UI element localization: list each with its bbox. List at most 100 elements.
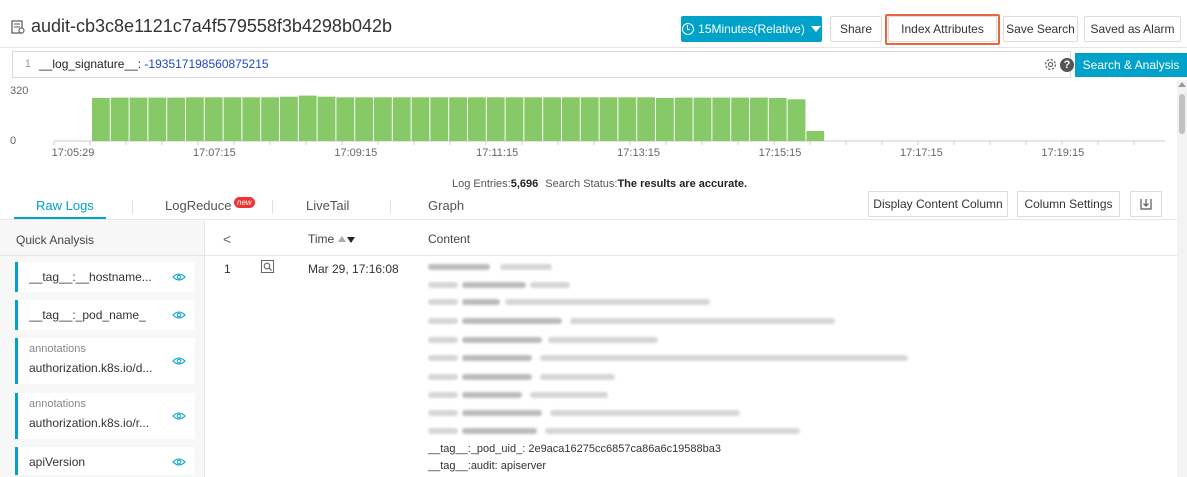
histogram-bar[interactable] <box>468 97 486 141</box>
histogram-bar[interactable] <box>787 99 806 141</box>
field-item[interactable]: __tag__:__hostname... <box>15 262 195 292</box>
histogram-bar[interactable] <box>204 97 223 141</box>
histogram-bar[interactable] <box>806 130 825 141</box>
histogram-bar[interactable] <box>505 97 524 141</box>
redacted-text <box>428 355 458 361</box>
scroll-up-icon[interactable] <box>1178 82 1186 87</box>
tab-live-tail[interactable]: LiveTail <box>306 198 349 213</box>
histogram-bar[interactable] <box>430 97 449 141</box>
field-item[interactable]: annotations authorization.k8s.io/r... <box>15 393 195 439</box>
query-text[interactable]: __log_signature__: -193517198560875215 <box>39 57 269 71</box>
index-attributes-button[interactable]: Index Attributes <box>888 16 997 42</box>
quick-analysis-header: Quick Analysis <box>0 221 205 256</box>
histogram-bar[interactable] <box>768 97 787 141</box>
histogram-bar[interactable] <box>731 97 749 141</box>
content-line: __tag__:_pod_uid_: 2e9aca16275cc6857ca86… <box>428 443 721 455</box>
histogram-bar[interactable] <box>280 96 298 141</box>
eye-icon[interactable] <box>172 356 186 366</box>
histogram-bar[interactable] <box>712 97 731 141</box>
histogram-bar[interactable] <box>223 97 242 141</box>
histogram-bar[interactable] <box>674 97 693 141</box>
histogram-bar[interactable] <box>449 97 467 141</box>
histogram-x-tick: 17:11:15 <box>476 147 519 159</box>
histogram-y-min: 0 <box>10 135 17 147</box>
eye-icon[interactable] <box>172 411 186 421</box>
save-search-button[interactable]: Save Search <box>1003 16 1078 42</box>
histogram-bar[interactable] <box>392 97 411 141</box>
eye-icon[interactable] <box>172 272 186 282</box>
gear-icon[interactable] <box>1043 57 1058 72</box>
search-status-label: Search Status: <box>545 178 618 190</box>
histogram-bar[interactable] <box>355 97 373 141</box>
histogram-bar[interactable] <box>750 97 768 141</box>
field-prefix: annotations <box>29 343 86 355</box>
histogram-bar[interactable] <box>92 97 110 141</box>
histogram-bar[interactable] <box>524 97 543 141</box>
sort-ascending-icon[interactable] <box>338 236 347 242</box>
tab-raw-logs[interactable]: Raw Logs <box>36 198 94 213</box>
search-analysis-button[interactable]: Search & Analysis <box>1075 53 1187 77</box>
histogram-bar[interactable] <box>693 97 712 141</box>
histogram-bar[interactable] <box>562 97 580 141</box>
content-key: __tag__:_pod_uid_: <box>428 443 526 455</box>
column-settings-button[interactable]: Column Settings <box>1017 191 1120 217</box>
redacted-text <box>428 392 458 398</box>
histogram-bar[interactable] <box>261 97 279 141</box>
histogram-bar[interactable] <box>618 97 637 141</box>
share-button[interactable]: Share <box>830 16 882 42</box>
scroll-thumb[interactable] <box>1179 94 1185 134</box>
search-status: Log Entries:5,696 Search Status:The resu… <box>452 178 747 190</box>
histogram-bar[interactable] <box>129 97 148 141</box>
histogram-bar[interactable] <box>580 97 599 141</box>
help-icon[interactable]: ? <box>1060 58 1074 72</box>
eye-icon[interactable] <box>172 457 186 467</box>
redacted-text <box>500 264 552 270</box>
histogram-bar[interactable] <box>186 97 204 141</box>
histogram-bar[interactable] <box>599 97 618 141</box>
tab-log-reduce[interactable]: LogReduce <box>165 198 232 213</box>
field-item[interactable]: apiVersion <box>15 447 195 475</box>
redacted-text <box>462 374 532 380</box>
redacted-text <box>428 318 458 324</box>
field-item[interactable]: __tag__:_pod_name_ <box>15 300 195 330</box>
histogram-bar[interactable] <box>148 97 167 141</box>
quick-analysis-title: Quick Analysis <box>16 233 95 247</box>
field-item[interactable]: annotations authorization.k8s.io/d... <box>15 338 195 384</box>
histogram-bar[interactable] <box>656 97 674 141</box>
query-line-number: 1 <box>24 58 31 70</box>
sort-descending-icon[interactable] <box>347 237 356 243</box>
log-histogram[interactable]: 320 0 17:05:29 17:07:15 17:09:15 17:11:15 17… <box>0 80 1175 175</box>
display-content-column-button[interactable]: Display Content Column <box>868 191 1008 217</box>
tab-separator <box>132 200 133 214</box>
field-prefix: annotations <box>29 398 86 410</box>
redacted-text <box>545 428 800 434</box>
histogram-bar[interactable] <box>543 97 561 141</box>
log-entries-value: 5,696 <box>510 178 539 190</box>
time-column-header[interactable]: Time <box>308 232 356 246</box>
histogram-bar[interactable] <box>317 96 336 141</box>
collapse-panel-icon[interactable]: < <box>223 231 231 247</box>
magnify-detail-icon[interactable] <box>261 260 274 273</box>
tab-separator <box>390 200 391 214</box>
page-scrollbar[interactable] <box>1177 80 1187 477</box>
histogram-bar[interactable] <box>486 97 505 141</box>
histogram-chart <box>53 95 1165 145</box>
field-name: authorization.k8s.io/d... <box>29 361 153 375</box>
log-entries-label: Log Entries: <box>452 178 511 190</box>
histogram-bar[interactable] <box>242 97 261 141</box>
saved-as-alarm-button[interactable]: Saved as Alarm <box>1084 16 1181 42</box>
tab-graph[interactable]: Graph <box>428 198 464 213</box>
histogram-bar[interactable] <box>336 97 355 141</box>
redacted-text <box>462 410 542 416</box>
histogram-bar[interactable] <box>110 97 129 141</box>
histogram-bar[interactable] <box>167 97 185 141</box>
eye-icon[interactable] <box>172 310 186 320</box>
histogram-bar[interactable] <box>411 97 430 141</box>
time-range-button[interactable]: 15Minutes(Relative) <box>681 16 822 42</box>
download-button[interactable] <box>1130 191 1162 217</box>
histogram-bar[interactable] <box>298 95 317 141</box>
histogram-bar[interactable] <box>637 97 655 141</box>
redacted-text <box>462 318 562 324</box>
query-input[interactable]: 1 __log_signature__: -193517198560875215… <box>12 51 1074 78</box>
histogram-bar[interactable] <box>374 97 392 141</box>
